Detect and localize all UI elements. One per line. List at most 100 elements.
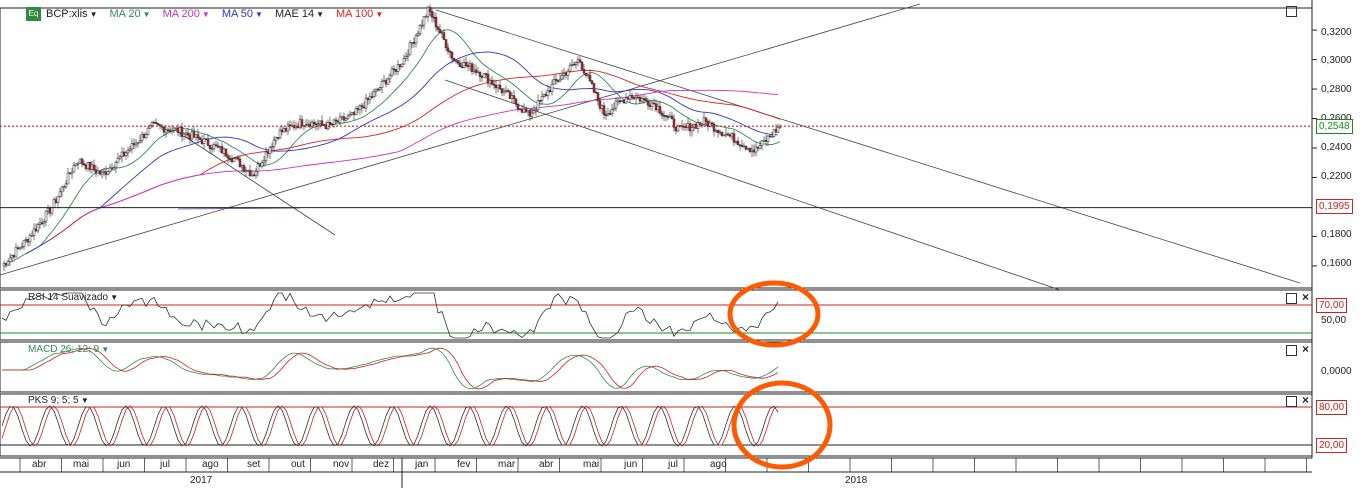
month-label: jan (415, 459, 429, 470)
candle-body (26, 238, 30, 243)
candle-body (142, 134, 146, 138)
candle-body (410, 42, 414, 44)
candle-body (282, 128, 286, 133)
candle-body (516, 103, 520, 110)
candle-body (526, 110, 530, 113)
close-icon[interactable]: × (1301, 394, 1310, 406)
pks-label[interactable]: PKS 9; 5; 5 ▼ (28, 395, 89, 406)
candle-body (114, 162, 118, 168)
candle-body (162, 126, 166, 133)
candle-body (268, 147, 272, 154)
candle-body (82, 163, 86, 166)
candle-body (686, 123, 690, 128)
candle-body (386, 78, 390, 85)
candle-body (470, 63, 474, 72)
candle-body (360, 105, 364, 108)
candle-body (58, 191, 62, 198)
candle-body (534, 109, 538, 111)
candle-body (506, 90, 510, 93)
candle-body (24, 238, 28, 241)
legend-ma50[interactable]: MA 50 ▼ (222, 8, 263, 20)
candle-body (42, 221, 46, 224)
candle-body (620, 100, 624, 102)
candle-body (116, 158, 120, 163)
candle-body (8, 257, 12, 263)
candle-body (112, 167, 116, 170)
candle-body (208, 145, 212, 149)
candle-body (338, 116, 342, 123)
candle-body (464, 62, 468, 66)
candle-body (278, 129, 282, 138)
candle-body (6, 261, 10, 266)
candle-body (198, 137, 202, 141)
legend-ma20[interactable]: MA 20 ▼ (109, 8, 150, 20)
close-icon[interactable]: × (1301, 343, 1310, 355)
symbol-selector[interactable]: Eq BCP:xlis ▼ (26, 7, 97, 21)
candle-body (500, 88, 504, 94)
candle-body (562, 73, 566, 76)
candle-body (524, 108, 528, 113)
candle-body (536, 100, 540, 110)
candle-body (478, 71, 482, 77)
candle-body (664, 115, 668, 117)
candle-body (578, 59, 582, 63)
close-icon[interactable]: × (1301, 291, 1310, 303)
maximize-icon[interactable] (1286, 396, 1297, 407)
candle-body (218, 146, 222, 148)
legend-ma100[interactable]: MA 100 ▼ (336, 8, 383, 20)
candle-body (164, 129, 168, 133)
maximize-icon[interactable] (1286, 345, 1297, 356)
candle-body (748, 148, 752, 152)
rsi-level-mid: 50,00 (1321, 315, 1347, 326)
macd-label-text: MACD 26; 12; 9 (28, 344, 100, 355)
candle-body (36, 224, 40, 232)
candle-body (750, 149, 754, 152)
candle-body (20, 246, 24, 248)
candle-body (14, 247, 18, 258)
candle-body (468, 63, 472, 67)
candle-body (426, 6, 430, 17)
candle-body (430, 11, 434, 18)
candle-body (518, 108, 522, 111)
candle-body (424, 16, 428, 18)
candle-body (418, 25, 422, 34)
candle-body (566, 70, 570, 76)
candle-body (398, 64, 402, 67)
candle-body (222, 148, 226, 154)
maximize-icon[interactable] (1286, 293, 1297, 304)
macd-label[interactable]: MACD 26; 12; 9 ▼ (28, 344, 109, 355)
price-tick: 0,2200 (1321, 171, 1352, 182)
legend-ma20-label: MA 20 (109, 8, 141, 20)
candle-body (266, 151, 270, 154)
candle-body (150, 122, 154, 126)
candle-body (84, 164, 88, 169)
legend-mae14-label: MAE 14 (274, 8, 315, 20)
candle-body (368, 96, 372, 100)
candle-body (196, 134, 200, 139)
candle-body (250, 174, 254, 177)
month-label: abr (539, 459, 554, 470)
candle-body (636, 96, 640, 99)
price-tick: 0,3200 (1321, 27, 1352, 38)
candle-body (442, 32, 446, 40)
maximize-icon[interactable] (1286, 6, 1297, 17)
candle-body (306, 123, 310, 126)
candle-body (730, 133, 734, 137)
symbol-label: BCP:xlis (46, 8, 88, 20)
candle-body (650, 102, 654, 107)
legend-ma200[interactable]: MA 200 ▼ (163, 8, 210, 20)
rsi-label[interactable]: RSI 14 Suavizado ▼ (28, 292, 118, 303)
candle-body (178, 126, 182, 133)
candle-body (412, 42, 416, 44)
stock-chart[interactable] (0, 0, 1366, 488)
candle-body (2, 262, 6, 267)
candle-body (10, 255, 14, 259)
candle-body (446, 47, 450, 52)
candle-body (770, 136, 774, 138)
candle-body (182, 133, 186, 137)
legend-mae14[interactable]: MAE 14 ▼ (275, 8, 324, 20)
caret-down-icon: ▼ (316, 9, 324, 19)
candle-body (742, 145, 746, 148)
price-tick: 0,3000 (1321, 55, 1352, 66)
candle-body (136, 142, 140, 144)
